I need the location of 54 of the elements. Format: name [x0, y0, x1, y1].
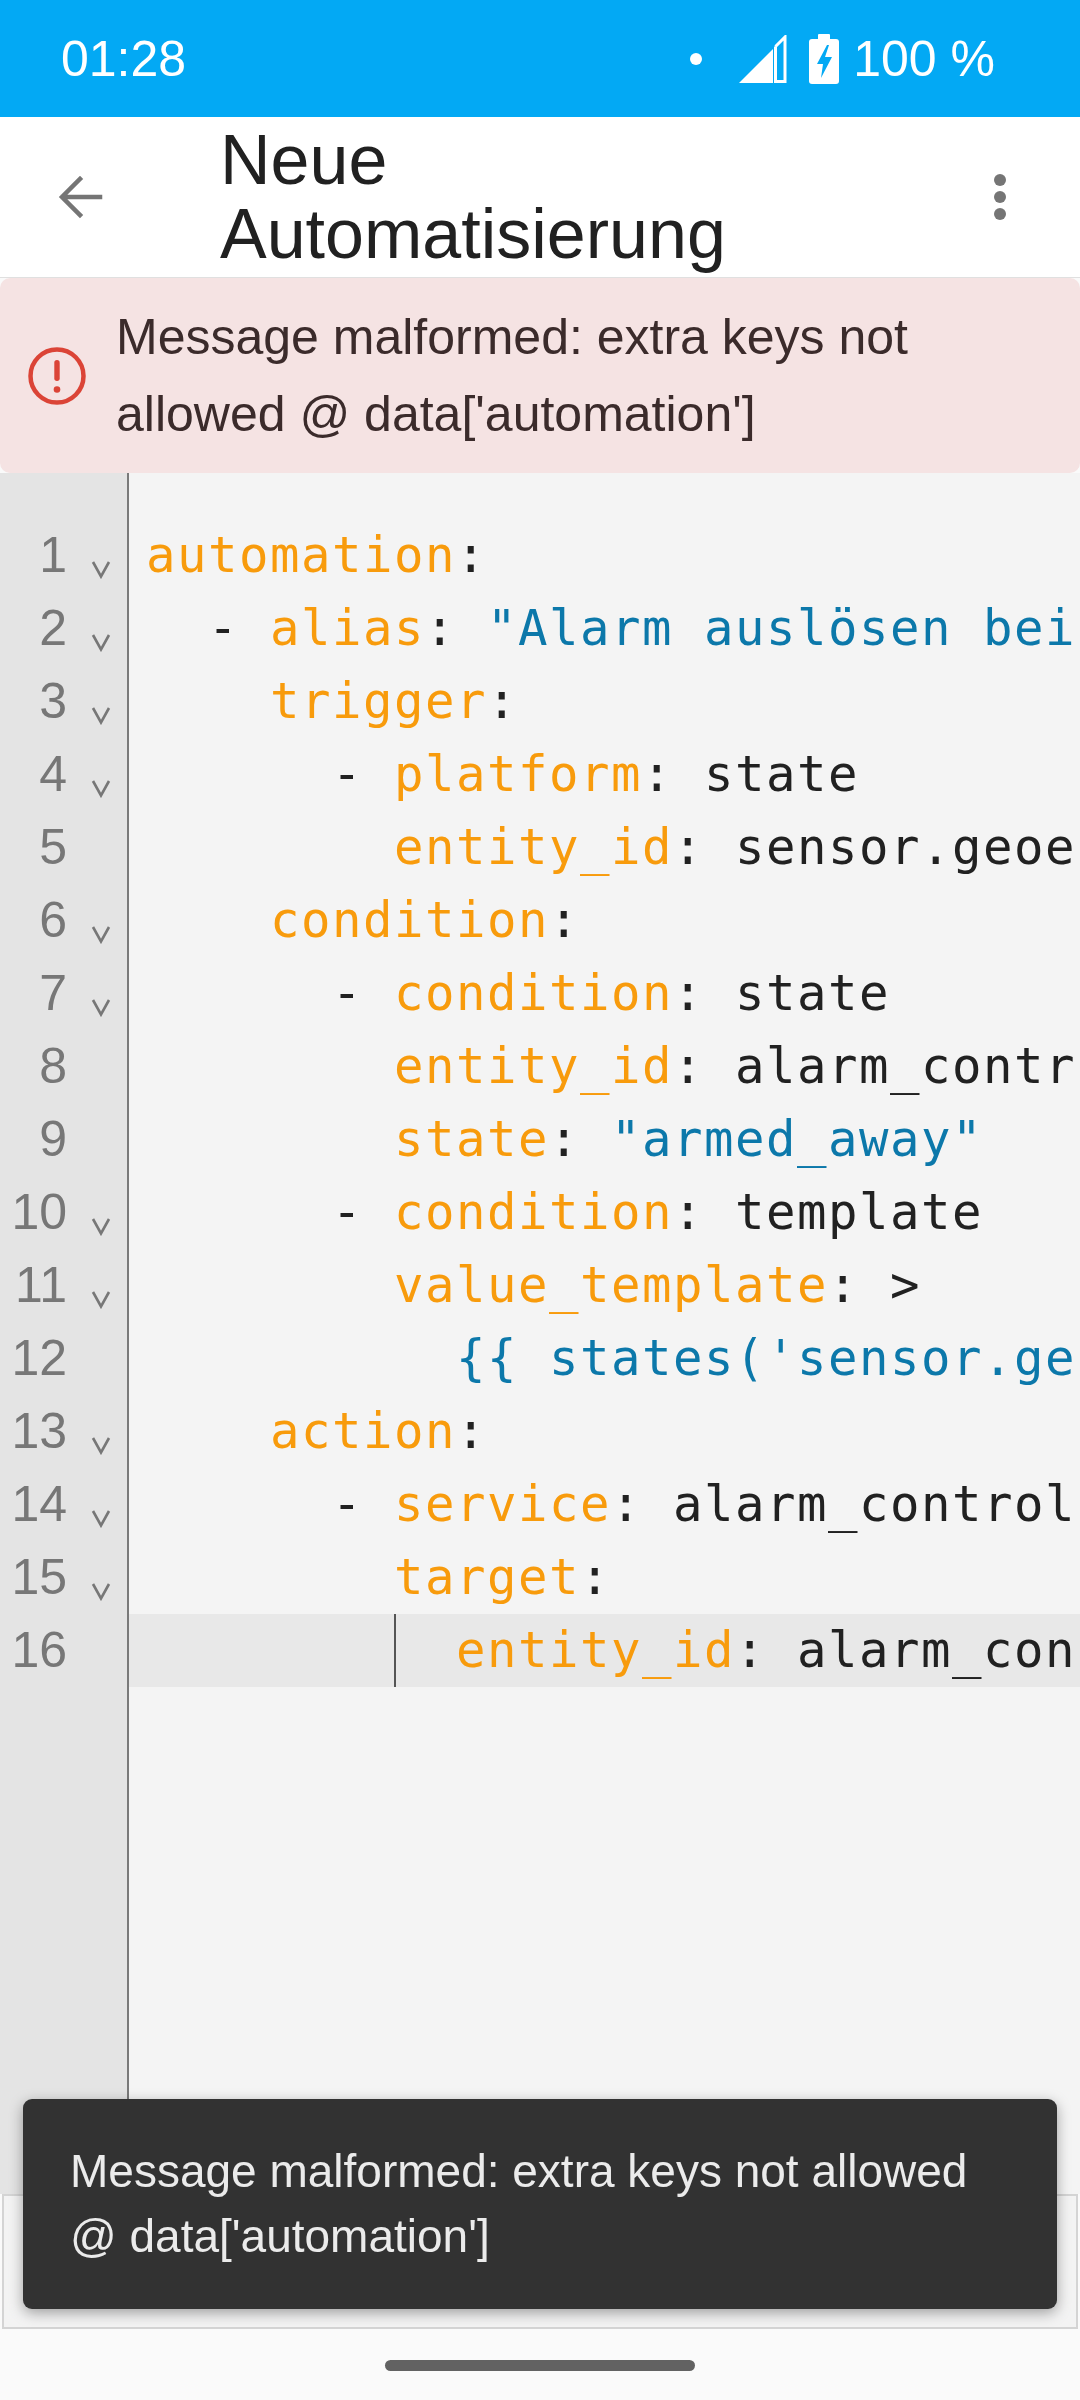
chevron-down-icon[interactable]: [91, 705, 111, 725]
chevron-down-icon[interactable]: [91, 1581, 111, 1601]
line-number: 16: [11, 1621, 67, 1680]
code-line: value_template: >: [394, 1257, 922, 1314]
code-line: - condition: template: [332, 1184, 984, 1241]
code-line: trigger:: [270, 673, 519, 730]
line-number: 6: [39, 891, 67, 950]
code-line: - alias: "Alarm auslösen bei: [208, 600, 1077, 657]
line-number: 10: [11, 1183, 67, 1242]
code-line: state: "armed_away": [394, 1111, 984, 1168]
status-time: 01:28: [61, 29, 187, 88]
code-line: action:: [270, 1403, 488, 1460]
line-number: 3: [39, 672, 67, 731]
chevron-down-icon[interactable]: [91, 924, 111, 944]
chevron-down-icon[interactable]: [91, 632, 111, 652]
code-line: - platform: state: [332, 746, 860, 803]
snackbar: Message malformed: extra keys not allowed @ data['automation']: [23, 2099, 1057, 2309]
code-line: - service: alarm_control: [332, 1476, 1077, 1533]
line-number: 1: [39, 526, 67, 585]
line-number: 14: [11, 1475, 67, 1534]
three-dots-icon: [993, 174, 1007, 220]
code-line: entity_id: alarm_contr: [394, 1038, 1077, 1095]
line-number: 7: [39, 964, 67, 1023]
code-line: condition:: [270, 892, 581, 949]
code-line: - condition: state: [332, 965, 891, 1022]
line-number: 12: [11, 1329, 67, 1388]
battery-percentage: 100 %: [853, 29, 995, 88]
line-number: 2: [39, 599, 67, 658]
chevron-down-icon[interactable]: [91, 1508, 111, 1528]
chevron-down-icon[interactable]: [91, 1289, 111, 1309]
line-number: 15: [11, 1548, 67, 1607]
error-message: Message malformed: extra keys not allowed @ data['automation']: [116, 307, 909, 444]
line-number: 5: [39, 818, 67, 877]
code-line: entity_id: alarm_con: [456, 1622, 1077, 1679]
line-number: 13: [11, 1402, 67, 1461]
code-line: entity_id: sensor.geoe: [394, 819, 1077, 876]
line-number: 11: [15, 1256, 67, 1315]
code-line: {{ states('sensor.ge: [456, 1330, 1077, 1387]
code-line: automation:: [146, 527, 488, 584]
line-number: 4: [39, 745, 67, 804]
error-icon: [27, 345, 87, 406]
chevron-down-icon[interactable]: [91, 1435, 111, 1455]
chevron-down-icon[interactable]: [91, 1216, 111, 1236]
chevron-down-icon[interactable]: [91, 997, 111, 1017]
signal-icon: [739, 34, 788, 83]
back-arrow-icon: [57, 174, 103, 220]
line-number: 9: [39, 1110, 67, 1169]
notification-dot-icon: [690, 52, 703, 65]
line-number: 8: [39, 1037, 67, 1096]
code-line: target:: [394, 1549, 612, 1606]
chevron-down-icon[interactable]: [91, 559, 111, 579]
page-title: Neue Automatisierung: [220, 123, 726, 271]
chevron-down-icon[interactable]: [91, 778, 111, 798]
battery-charging-icon: [809, 33, 840, 84]
